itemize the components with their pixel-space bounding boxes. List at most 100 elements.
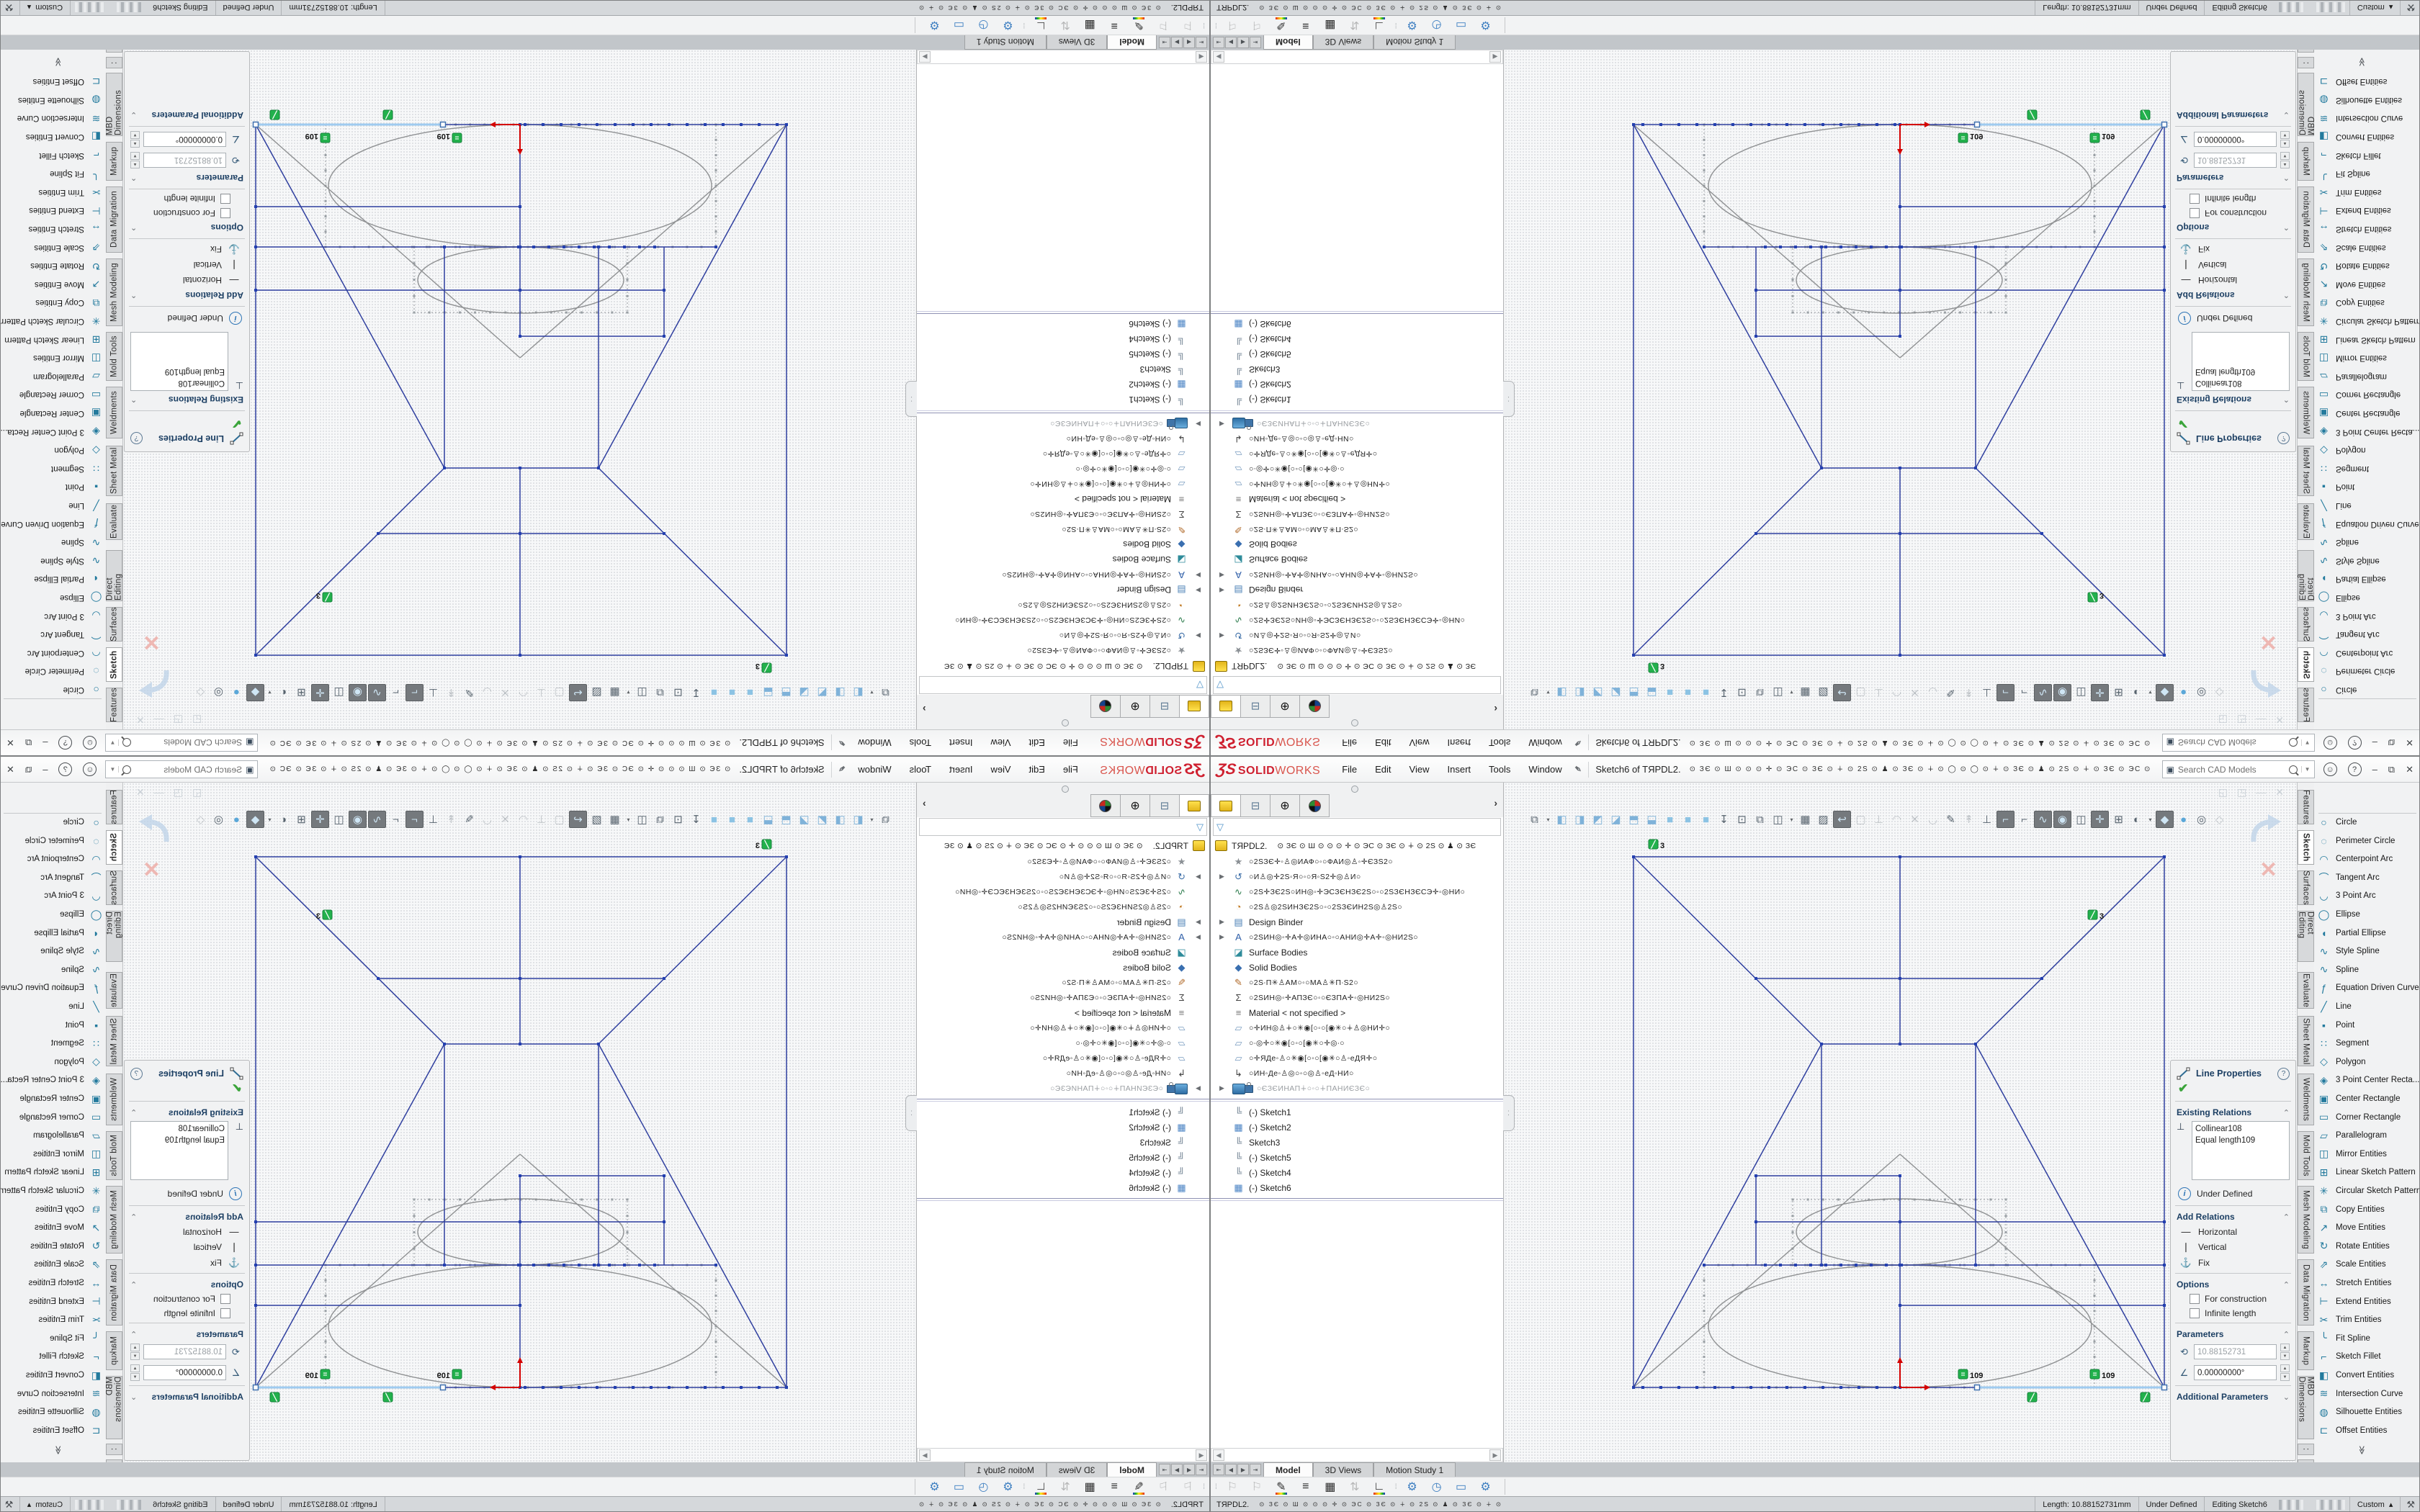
tool-move-entities[interactable]: ↗Move Entities	[35, 1220, 103, 1236]
render-cube-icon[interactable]: ◆	[246, 811, 264, 828]
tab-mesh-modeling[interactable]: Mesh Modeling	[106, 258, 122, 326]
scroll-left-icon[interactable]: ◀	[1196, 51, 1207, 63]
tool-center-rectangle[interactable]: ▣Center Rectangle	[20, 405, 104, 421]
ok-button[interactable]: ✔	[125, 1081, 249, 1099]
tab-sheet-metal[interactable]: Sheet Metal	[106, 1016, 122, 1066]
tool-line[interactable]: ╱Line	[2317, 498, 2352, 513]
brush-icon[interactable]: ✎	[1130, 17, 1147, 34]
gear-icon[interactable]: ⚙	[926, 17, 943, 34]
ghost-x-icon[interactable]: ✕	[1906, 685, 1923, 701]
menu-tools[interactable]: Tools	[910, 764, 931, 775]
tool-style-spline[interactable]: ∿Style Spline	[2317, 553, 2380, 569]
tool-mirror-entities[interactable]: ◫Mirror Entities	[33, 1146, 103, 1162]
tab-nav-button[interactable]: ▶	[1237, 1464, 1249, 1475]
folder-check-icon[interactable]: ▭	[1453, 1478, 1470, 1495]
relation-entry[interactable]: Collinear108	[2195, 1123, 2286, 1135]
tool-3-point-arc[interactable]: ◡3 Point Arc	[44, 888, 103, 904]
tree-item-sketch[interactable]: ╚(-) Sketch4	[917, 332, 1209, 347]
stylus-icon[interactable]: ✎	[1942, 685, 1959, 701]
zebra-stripes-icon[interactable]: ▨	[588, 811, 605, 827]
gear-check-icon[interactable]: ⚙	[999, 17, 1016, 34]
normal-to-icon[interactable]: ↧	[1716, 685, 1732, 701]
status-custom-dropdown[interactable]: Custom▴	[20, 1497, 71, 1512]
ghost-arc-icon[interactable]: ◠	[1888, 811, 1905, 827]
tool-sketch-fillet[interactable]: ⌐Sketch Fillet	[2317, 148, 2381, 163]
tree-filter-box[interactable]: ▽	[919, 818, 1207, 836]
tree-item-plane[interactable]: ▱○✛ЯДе◦♙○✳◉[○◦○[◉✳○♙◦еДЯ✛○	[1211, 446, 1503, 462]
tool-point[interactable]: ▪Point	[2317, 479, 2354, 495]
tree-item-sketch[interactable]: ╚(-) Sketch5	[1211, 1150, 1503, 1165]
tool-equation-driven-curve[interactable]: ƒEquation Driven Curve	[2317, 980, 2419, 996]
add-relation-fix[interactable]: ⚓Fix	[125, 241, 249, 257]
relations-list[interactable]: Collinear108Equal length109	[2192, 332, 2290, 391]
tool-convert-entities[interactable]: ◧Convert Entities	[2317, 129, 2394, 145]
ghost-arc-icon[interactable]: ◠	[515, 811, 532, 827]
spinner-down-icon[interactable]: ▼	[2280, 1373, 2290, 1381]
tree-root-part[interactable]: TЯPDL2. ⊙ ЗЄ ⊙ Ш ⊙ ⊙ ⊙ ✛ ⊙ ЭС ⊙ ЗЄ ⊙ ∔ ⊙…	[1211, 658, 1503, 675]
dropdown-arrow-icon[interactable]: ▾	[2146, 685, 2154, 701]
tree-item-sketch[interactable]: ╚(-) Sketch1	[1211, 1104, 1503, 1120]
tree-item-origin[interactable]: ↳○ИН◦Де◦♙◎○◦○◎♙◦еД◦НИ○	[917, 431, 1209, 446]
tab-propertymanager[interactable]: ⊟	[1241, 695, 1270, 718]
scroll-right-icon[interactable]: ▶	[1489, 51, 1501, 63]
normal-to-icon[interactable]: ↧	[688, 811, 704, 827]
status-tool-icon[interactable]: ⚒	[2400, 1497, 2420, 1512]
wireframe-cube-icon[interactable]: ⬓	[760, 685, 776, 701]
tree-item-sketch[interactable]: ╚(-) Sketch5	[1211, 347, 1503, 362]
tab-markup[interactable]: Markup	[2298, 142, 2314, 181]
tree-item-origin[interactable]: ↳○ИН◦Де◦♙◎○◦○◎♙◦еД◦НИ○	[917, 1066, 1209, 1081]
wireframe-cube-icon[interactable]: ◪	[796, 811, 812, 827]
tree-item-dashboard[interactable]: ◔○2Ѕ♙◎2ЅИНЗЄ2Ѕ○◦○2ЅЗЄИН2Ѕ◎♙2Ѕ○	[917, 598, 1209, 613]
panel-collapse-handle[interactable]	[1062, 719, 1069, 726]
dim-visibility-icon[interactable]: ⊥	[425, 685, 442, 701]
tab-data-migration[interactable]: Data Migration	[2298, 186, 2314, 253]
stylus-icon[interactable]: ✎	[461, 811, 478, 827]
section-parameters[interactable]: Parameters⌃	[2171, 1326, 2295, 1341]
tool-partial-ellipse[interactable]: ◖Partial Ellipse	[2317, 925, 2386, 941]
tree-item-sketch[interactable]: ╚(-) Sketch1	[917, 392, 1209, 408]
tab-sketch[interactable]: Sketch	[106, 647, 122, 682]
add-relation-vertical[interactable]: ❘Vertical	[125, 257, 249, 273]
tab-weldments[interactable]: Weldments	[2298, 387, 2314, 438]
tree-item-material[interactable]: ≡Material < not specified >	[917, 492, 1209, 507]
dropdown-arrow-icon[interactable]: ▾	[266, 685, 274, 701]
tree-item-sketch[interactable]: ╚Sketch3	[1211, 362, 1503, 377]
rollback-bar[interactable]	[1211, 311, 1503, 314]
panel-expand-chevron[interactable]: ›	[923, 703, 926, 715]
clock-icon[interactable]: ◷	[974, 1478, 992, 1495]
relations-list[interactable]: Collinear108Equal length109	[2192, 1121, 2290, 1180]
spinner-down-icon[interactable]: ▼	[2280, 152, 2290, 160]
cancel-sketch-icon[interactable]: ✕	[2259, 858, 2277, 883]
render-cube-icon[interactable]: ◆	[2156, 811, 2174, 828]
tool-intersection-curve[interactable]: ≋Intersection Curve	[17, 1386, 103, 1402]
tool-convert-entities[interactable]: ◧Convert Entities	[2317, 1367, 2394, 1383]
tool-3-point-arc[interactable]: ◡3 Point Arc	[44, 608, 103, 624]
tree-item-dashboard[interactable]: ◔○2Ѕ♙◎2ЅИНЗЄ2Ѕ○◦○2ЅЗЄИН2Ѕ◎♙2Ѕ○	[1211, 899, 1503, 914]
ghost-x-icon[interactable]: ✕	[497, 811, 514, 827]
tool-segment[interactable]: ∷Segment	[51, 461, 103, 477]
wireframe-cube-icon[interactable]: ⬒	[778, 811, 794, 827]
tool-spline[interactable]: ∿Spline	[61, 534, 103, 550]
tab-mold-tools[interactable]: Mold Tools	[106, 1131, 122, 1180]
add-relation-horizontal[interactable]: ―Horizontal	[2171, 273, 2295, 288]
menu-edit[interactable]: Edit	[1375, 764, 1391, 775]
tab-evaluate[interactable]: Evaluate	[106, 503, 122, 540]
point-visibility-icon[interactable]: ◉	[349, 811, 367, 828]
tree-filter-box[interactable]: ▽	[919, 676, 1207, 694]
ghost-tool-icon[interactable]: ▢	[551, 685, 568, 701]
tree-item-sketch[interactable]: ╚Sketch3	[917, 1135, 1209, 1150]
tab-direct-editing[interactable]: Direct Editing	[2298, 550, 2314, 601]
section-options[interactable]: Options⌃	[2171, 220, 2295, 236]
pages-icon[interactable]: ⧉	[1752, 811, 1768, 827]
spinner-down-icon[interactable]: ▼	[2280, 131, 2290, 139]
perspective-icon[interactable]: ◐	[275, 811, 292, 827]
tool-convert-entities[interactable]: ◧Convert Entities	[26, 1367, 103, 1383]
tab-sketch[interactable]: Sketch	[106, 830, 122, 865]
tab-featuremanager[interactable]	[1179, 794, 1209, 817]
help-icon[interactable]: ?	[130, 433, 143, 445]
tool-move-entities[interactable]: ↗Move Entities	[2317, 1220, 2385, 1236]
tool-partial-ellipse[interactable]: ◖Partial Ellipse	[34, 925, 103, 941]
tool-convert-entities[interactable]: ◧Convert Entities	[26, 129, 103, 145]
cube-ghost-icon[interactable]: ◇	[192, 811, 209, 827]
parameter-value-input[interactable]: 10.88152731	[143, 153, 226, 168]
